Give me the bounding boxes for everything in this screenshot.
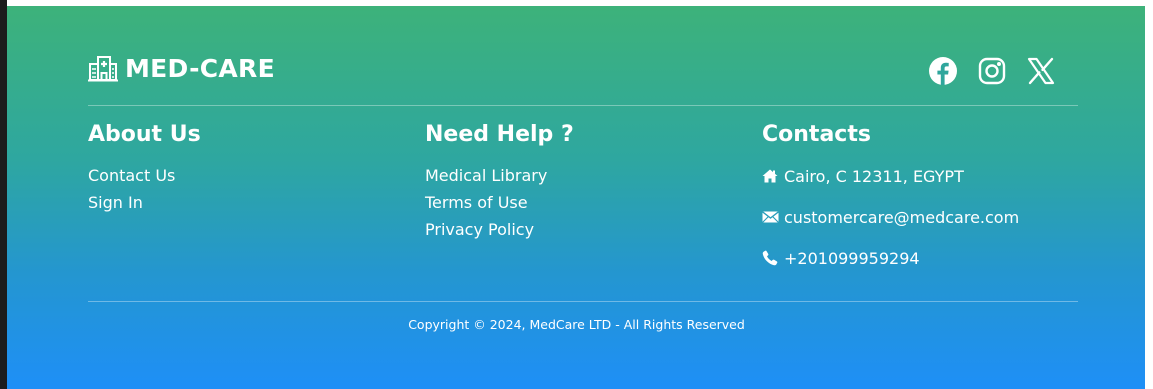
about-column: About Us Contact Us Sign In (88, 120, 201, 216)
page: MED-CARE About Us Contact Us Sign In Nee… (0, 0, 1153, 389)
terms-of-use-link[interactable]: Terms of Use (425, 189, 574, 216)
instagram-icon[interactable] (977, 56, 1007, 86)
footer-divider-top (88, 105, 1078, 106)
help-column: Need Help ? Medical Library Terms of Use… (425, 120, 574, 243)
brand-logo[interactable]: MED-CARE (88, 52, 275, 84)
envelope-icon (762, 209, 780, 225)
about-title: About Us (88, 122, 201, 147)
site-footer: MED-CARE About Us Contact Us Sign In Nee… (7, 6, 1145, 389)
copyright-text: Copyright © 2024, MedCare LTD - All Righ… (408, 317, 745, 332)
contact-phone[interactable]: +201099959294 (762, 246, 1019, 270)
contact-email[interactable]: customercare@medcare.com (762, 205, 1019, 229)
phone-text: +201099959294 (784, 248, 920, 268)
email-text: customercare@medcare.com (784, 207, 1020, 227)
contact-us-link[interactable]: Contact Us (88, 162, 201, 189)
contacts-column: Contacts Cairo, C 12311, EGYPT customerc… (762, 120, 1019, 287)
home-icon (762, 168, 780, 184)
facebook-icon[interactable] (928, 56, 958, 86)
help-title: Need Help ? (425, 122, 574, 147)
phone-icon (762, 250, 780, 266)
footer-divider-bottom (88, 301, 1078, 302)
hospital-icon (88, 54, 118, 82)
contacts-title: Contacts (762, 122, 871, 147)
contact-address: Cairo, C 12311, EGYPT (762, 164, 1019, 188)
privacy-policy-link[interactable]: Privacy Policy (425, 216, 574, 243)
address-text: Cairo, C 12311, EGYPT (784, 166, 964, 186)
sign-in-link[interactable]: Sign In (88, 189, 201, 216)
brand-name: MED-CARE (125, 53, 275, 83)
x-icon[interactable] (1026, 56, 1056, 86)
medical-library-link[interactable]: Medical Library (425, 162, 574, 189)
